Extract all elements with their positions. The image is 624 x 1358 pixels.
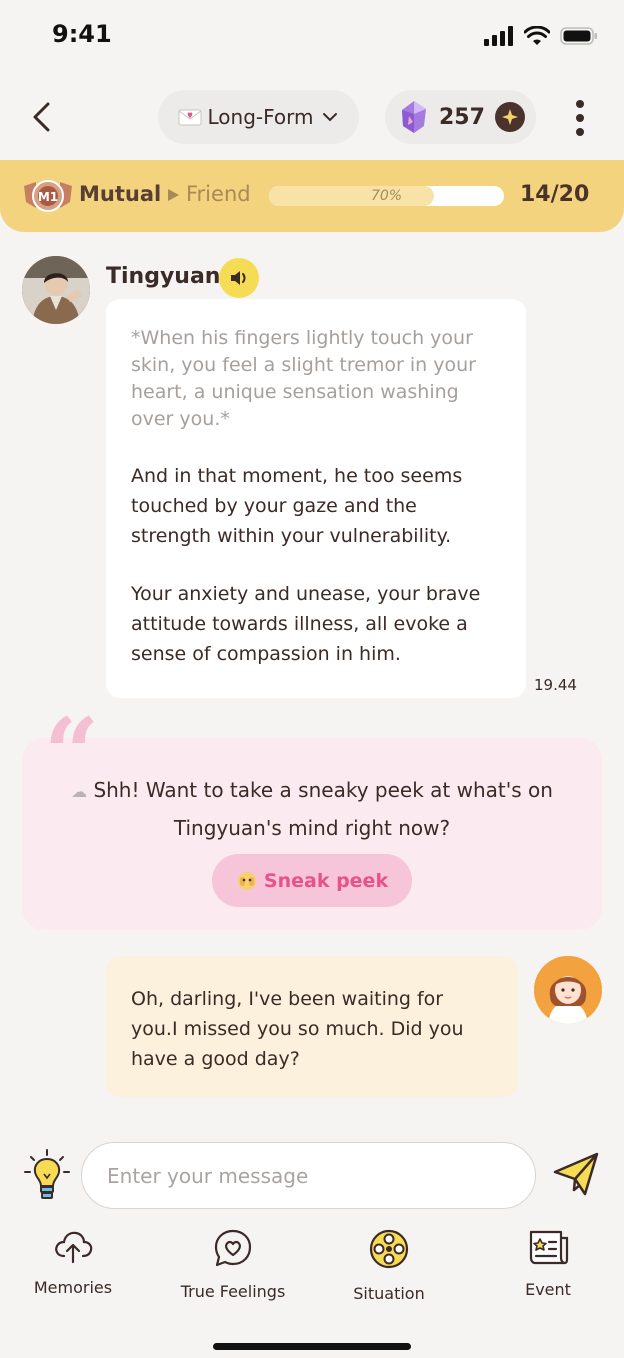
send-button[interactable] xyxy=(552,1150,600,1198)
chevron-left-icon xyxy=(33,102,50,132)
status-time: 9:41 xyxy=(52,20,112,48)
lightbulb-icon xyxy=(24,1149,70,1199)
nav-label: Event xyxy=(525,1280,571,1299)
nav-label: Situation xyxy=(353,1284,425,1303)
chevron-down-icon xyxy=(322,113,337,122)
current-level-label: Mutual xyxy=(79,182,162,206)
girl-avatar-icon xyxy=(534,956,602,1024)
bottom-nav: Memories True Feelings Situation Event xyxy=(0,1228,624,1308)
man-portrait-icon xyxy=(22,256,90,324)
gem-balance[interactable]: 257 xyxy=(385,90,536,144)
message-input-wrapper xyxy=(81,1142,536,1209)
sneak-peek-button[interactable]: Sneak peek xyxy=(212,854,412,907)
dot-icon xyxy=(576,100,584,108)
user-message-text: Oh, darling, I've been waiting for you.I… xyxy=(131,988,464,1070)
status-bar: 9:41 xyxy=(0,0,624,70)
sneak-peek-card: ☁ Shh! Want to take a sneaky peek at wha… xyxy=(22,738,602,930)
relationship-count: 14/20 xyxy=(520,182,590,207)
user-message-bubble[interactable]: Oh, darling, I've been waiting for you.I… xyxy=(106,956,518,1097)
progress-percent: 70% xyxy=(370,188,403,204)
battery-icon xyxy=(560,27,597,45)
nav-item-memories[interactable]: Memories xyxy=(8,1228,138,1297)
sparkle-icon xyxy=(501,109,518,125)
crystal-gem-icon xyxy=(402,101,426,133)
level-badge-icon: M1 xyxy=(24,180,72,212)
speaker-icon xyxy=(231,271,246,285)
nav-item-event[interactable]: Event xyxy=(483,1228,613,1299)
bot-name: Tingyuan xyxy=(106,264,221,289)
cloud-upload-icon xyxy=(55,1231,93,1264)
quote-mark-icon: “ xyxy=(44,697,100,810)
bot-narration-text: *When his fingers lightly touch your ski… xyxy=(131,327,476,430)
bot-message-paragraph: Your anxiety and unease, your brave atti… xyxy=(131,583,481,665)
status-icons xyxy=(484,26,598,46)
dot-icon xyxy=(576,114,584,122)
peeking-face-icon xyxy=(237,871,256,890)
bot-message-paragraph: And in that moment, he too seems touched… xyxy=(131,465,463,547)
heart-bubble-icon xyxy=(214,1229,252,1267)
star-card-icon xyxy=(529,1230,569,1265)
bot-message-bubble[interactable]: *When his fingers lightly touch your ski… xyxy=(106,299,526,698)
chat-mode-label: Long-Form xyxy=(207,105,314,129)
top-bar: Long-Form 257 xyxy=(0,90,624,146)
relationship-progress: 70% xyxy=(269,186,504,206)
paper-plane-icon xyxy=(553,1152,599,1196)
nav-label: Memories xyxy=(33,1278,113,1297)
film-reel-icon xyxy=(369,1229,409,1269)
nav-item-situation[interactable]: Situation xyxy=(324,1228,454,1303)
gem-count: 257 xyxy=(439,104,485,130)
message-timestamp: 19.44 xyxy=(534,676,577,694)
hint-button[interactable] xyxy=(22,1148,72,1202)
message-input[interactable] xyxy=(82,1143,535,1208)
voice-play-button[interactable] xyxy=(219,258,259,298)
sneak-peek-prompt: ☁ Shh! Want to take a sneaky peek at wha… xyxy=(71,778,553,840)
dot-icon xyxy=(576,128,584,136)
next-level-label: Friend xyxy=(186,182,251,206)
play-arrow-icon xyxy=(168,189,179,201)
more-options-button[interactable] xyxy=(568,100,592,136)
sneak-peek-label: Sneak peek xyxy=(263,869,389,892)
nav-label: True Feelings xyxy=(180,1282,286,1301)
chat-mode-dropdown[interactable]: Long-Form xyxy=(158,90,359,144)
svg-text:M1: M1 xyxy=(38,190,58,204)
back-button[interactable] xyxy=(26,100,60,134)
signal-icon xyxy=(484,26,513,46)
add-gems-button[interactable] xyxy=(494,102,525,132)
nav-item-true-feelings[interactable]: True Feelings xyxy=(168,1228,298,1301)
wifi-icon xyxy=(524,26,550,45)
home-indicator xyxy=(213,1343,411,1350)
bot-avatar[interactable] xyxy=(22,256,90,324)
love-letter-icon xyxy=(178,109,201,126)
user-avatar[interactable] xyxy=(534,956,602,1024)
